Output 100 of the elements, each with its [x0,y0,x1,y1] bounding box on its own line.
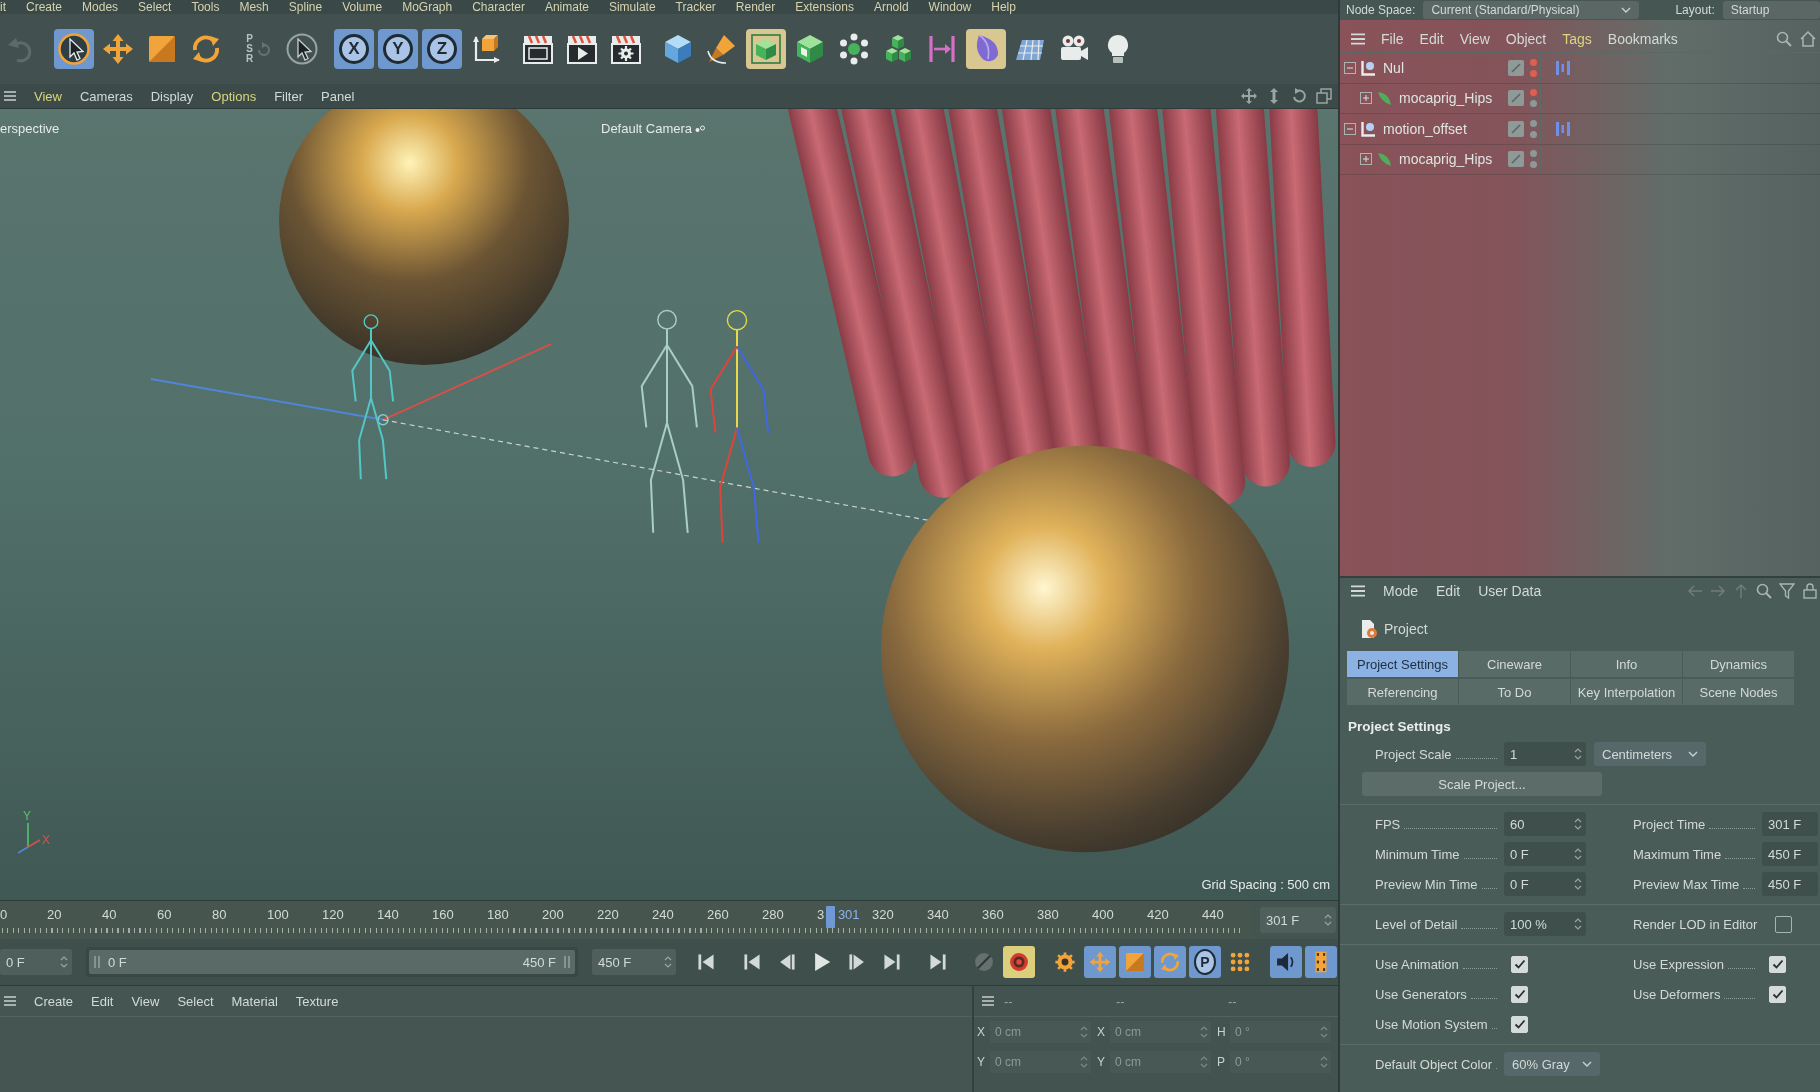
menu-item[interactable]: Render [735,0,776,14]
object-name[interactable]: motion_offset [1383,120,1467,137]
menu-item[interactable]: Display [150,88,194,104]
search-icon[interactable] [1756,583,1772,599]
menu-item[interactable]: Bookmarks [1607,31,1678,47]
menu-item[interactable]: Animate [544,0,589,14]
timeline-button[interactable] [1305,946,1337,978]
checkbox[interactable] [1511,1015,1528,1033]
scale-project-button[interactable]: Scale Project... [1362,772,1602,796]
axis-lock-button[interactable]: X [334,29,374,69]
checkbox[interactable] [1775,915,1793,933]
grip-icon[interactable] [94,955,100,969]
menu-item[interactable]: Tags [1562,31,1592,47]
axis-lock-button[interactable]: Z [422,29,462,69]
plus-box-icon[interactable] [1360,153,1372,166]
menu-item[interactable]: Create [34,993,74,1009]
plus-box-icon[interactable] [1360,92,1372,105]
menu-item[interactable]: File [1381,31,1404,47]
tab[interactable]: Dynamics [1683,651,1795,677]
orbit-view-icon[interactable] [1291,88,1307,104]
menu-item[interactable]: Modes [82,0,119,14]
tab[interactable]: Info [1571,651,1683,677]
menu-item[interactable]: Simulate [608,0,656,14]
number-field[interactable]: 100 % [1504,912,1586,936]
number-field[interactable]: 0 F [1504,842,1586,866]
frame-field[interactable]: 301 F [1260,907,1336,933]
tab[interactable]: Project Settings [1347,651,1459,677]
number-field[interactable]: 301 F [1762,812,1818,836]
visibility-dot[interactable] [1529,58,1537,66]
visibility-dot[interactable] [1529,130,1537,138]
axis-lock-button[interactable]: Y [378,29,418,69]
playhead[interactable] [825,906,835,928]
visibility-dot[interactable] [1529,69,1537,77]
switch-view-icon[interactable] [1316,88,1332,104]
menu-item[interactable]: Edit [91,993,114,1009]
object-name[interactable]: mocaprig_Hips [1399,90,1493,107]
slashed-square-icon[interactable] [1508,90,1524,107]
home-icon[interactable] [1800,31,1816,47]
menu-item[interactable]: Tools [191,0,220,14]
unit-dropdown[interactable]: Centimeters [1594,742,1706,766]
number-field[interactable]: 450 F [1762,842,1818,866]
field-button[interactable] [966,29,1006,69]
menu-icon[interactable] [1351,33,1365,45]
menu-item[interactable]: Character [472,0,525,14]
number-field[interactable]: 450 F [1762,872,1818,896]
key-parameter-button[interactable]: P [1189,946,1221,978]
checkbox[interactable] [1511,955,1528,973]
select-tool-button[interactable] [54,29,94,69]
menu-item[interactable]: Create [26,0,63,14]
menu-item[interactable]: Material [231,993,278,1009]
spinner-icon[interactable] [1574,877,1582,891]
object-name[interactable]: mocaprig_Hips [1399,151,1493,168]
tab[interactable]: Key Interpolation [1571,679,1683,705]
menu-icon[interactable] [1351,585,1365,597]
menu-icon[interactable] [4,91,16,101]
visibility-dot[interactable] [1529,119,1537,127]
vertical-bars-icon[interactable] [1555,120,1571,137]
spinner-icon[interactable] [60,955,68,969]
menu-item[interactable]: Cameras [79,88,133,104]
lock-icon[interactable] [1802,583,1818,599]
menu-item[interactable]: View [1459,31,1490,47]
menu-item[interactable]: Arnold [873,0,909,14]
3d-viewport[interactable]: erspective Default Camera Y X Grid Spacing : 500 cm [0,108,1338,900]
pan-view-icon[interactable] [1241,88,1257,104]
menu-item[interactable]: Window [928,0,972,14]
menu-item[interactable]: View [131,993,160,1009]
checkbox[interactable] [1769,985,1786,1003]
object-name[interactable]: Nul [1383,59,1404,76]
checkbox[interactable] [1769,955,1786,973]
camera-name[interactable]: Default Camera [601,121,693,136]
tab[interactable]: To Do [1459,679,1571,705]
tab[interactable]: Cineware [1459,651,1571,677]
checkbox[interactable] [1511,985,1528,1003]
menu-item[interactable]: it [0,0,6,14]
menu-item[interactable]: Spline [288,0,323,14]
node-space-dropdown[interactable]: Current (Standard/Physical) [1423,1,1640,19]
vertical-bars-icon[interactable] [1555,59,1571,76]
minus-box-icon[interactable] [1344,122,1356,135]
slashed-square-icon[interactable] [1508,59,1524,76]
menu-item[interactable]: Extensions [795,0,854,14]
menu-item[interactable]: User Data [1478,583,1542,599]
tab[interactable]: Referencing [1347,679,1459,705]
sound-button[interactable] [1270,946,1302,978]
menu-item[interactable]: Object [1505,31,1547,47]
menu-item[interactable]: MoGraph [402,0,453,14]
menu-item[interactable]: Mesh [239,0,269,14]
search-icon[interactable] [1776,31,1792,47]
record-key-button[interactable] [1003,946,1035,978]
number-field[interactable]: 0 F [1504,872,1586,896]
menu-item[interactable]: Options [211,88,257,104]
spinner-icon[interactable] [1574,747,1582,761]
menu-item[interactable]: Volume [342,0,383,14]
minus-box-icon[interactable] [1344,61,1356,74]
menu-item[interactable]: Select [177,993,214,1009]
visibility-dot[interactable] [1529,100,1537,108]
number-field[interactable]: 60 [1504,812,1586,836]
menu-item[interactable]: Mode [1383,583,1419,599]
menu-item[interactable]: Panel [321,88,355,104]
spinner-icon[interactable] [1324,913,1332,927]
grip-icon[interactable] [564,955,570,969]
